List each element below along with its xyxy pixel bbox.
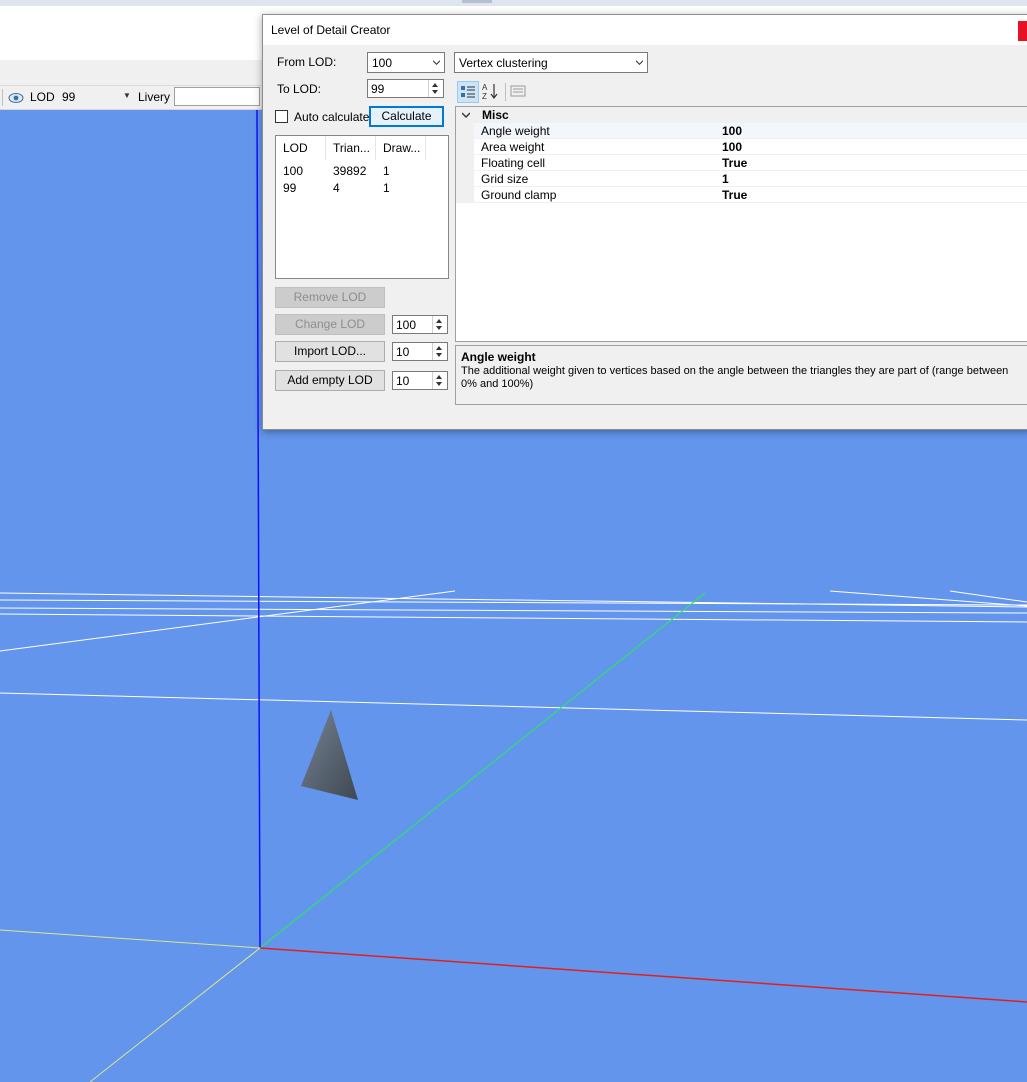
property-value[interactable]: True (722, 188, 747, 202)
table-cell[interactable]: 1 (383, 164, 390, 178)
lod-mesh-triangle[interactable] (301, 710, 358, 800)
axis-x-neg (0, 929, 261, 949)
category-row[interactable]: Misc (456, 107, 1027, 123)
property-pages-icon (510, 85, 526, 97)
stepper-arrows[interactable] (428, 80, 443, 97)
to-lod-stepper[interactable]: 99 (367, 79, 444, 98)
to-lod-value: 99 (371, 82, 385, 96)
add-empty-lod-button[interactable]: Add empty LOD (275, 370, 385, 391)
from-lod-label: From LOD: (277, 55, 337, 69)
categorized-icon (461, 86, 475, 98)
property-row-area-weight[interactable]: Area weight 100 (456, 139, 1027, 155)
chevron-down-icon (433, 60, 440, 65)
category-label: Misc (482, 108, 509, 122)
chevron-down-icon (636, 60, 643, 65)
dropdown-arrow-icon[interactable]: ▼ (123, 91, 131, 100)
dialog-title: Level of Detail Creator (271, 23, 391, 37)
property-row-angle-weight[interactable]: Angle weight 100 (456, 123, 1027, 139)
from-lod-select[interactable]: 100 (367, 52, 445, 73)
stepper-arrows[interactable] (432, 343, 447, 360)
svg-text:A: A (482, 83, 488, 92)
property-name: Ground clamp (481, 188, 557, 202)
table-cell[interactable]: 1 (383, 181, 390, 195)
import-lod-stepper[interactable]: 10 (392, 342, 448, 361)
lod-label: LOD (30, 90, 55, 104)
table-cell[interactable]: 100 (283, 164, 303, 178)
property-value[interactable]: 100 (722, 140, 742, 154)
algorithm-value: Vertex clustering (459, 56, 548, 70)
window-grip (462, 0, 492, 3)
import-lod-button[interactable]: Import LOD... (275, 341, 385, 362)
from-lod-value: 100 (372, 56, 393, 70)
chevron-down-icon[interactable] (462, 111, 470, 119)
change-lod-stepper[interactable]: 100 (392, 315, 448, 334)
algorithm-select[interactable]: Vertex clustering (454, 52, 648, 73)
change-lod-button[interactable]: Change LOD (275, 314, 385, 335)
livery-input[interactable] (174, 87, 260, 106)
toolbar-separator (505, 83, 506, 101)
dialog-titlebar[interactable]: Level of Detail Creator (263, 15, 1027, 45)
sort-az-icon: A Z (482, 83, 498, 101)
property-row-ground-clamp[interactable]: Ground clamp True (456, 187, 1027, 203)
add-empty-lod-value: 10 (396, 374, 410, 388)
axis-y-neg (89, 947, 261, 1082)
toolbar-separator (2, 89, 3, 106)
stepper-arrows[interactable] (432, 372, 447, 389)
property-row-floating-cell[interactable]: Floating cell True (456, 155, 1027, 171)
remove-lod-button[interactable]: Remove LOD (275, 287, 385, 308)
help-description: The additional weight given to vertices … (461, 365, 1009, 390)
stepper-arrows[interactable] (432, 316, 447, 333)
auto-calculate-checkbox[interactable] (275, 110, 288, 123)
property-value[interactable]: 1 (722, 172, 729, 186)
alphabetical-button[interactable]: A Z (480, 81, 502, 103)
to-lod-label: To LOD: (277, 82, 322, 96)
table-cell[interactable]: 99 (283, 181, 296, 195)
categorized-button[interactable] (457, 81, 479, 103)
column-header-drawcalls[interactable]: Draw... (376, 136, 426, 160)
property-grid-toolbar: A Z (455, 79, 1027, 105)
eye-icon[interactable] (8, 90, 24, 106)
livery-label: Livery (138, 90, 171, 104)
grid-lines (0, 590, 1027, 721)
add-empty-lod-stepper[interactable]: 10 (392, 371, 448, 390)
property-help-panel: Angle weight The additional weight given… (455, 345, 1027, 405)
column-header-triangles[interactable]: Trian... (326, 136, 376, 160)
property-grid[interactable]: Misc Angle weight 100 Area weight 100 Fl… (455, 106, 1027, 342)
import-lod-value: 10 (396, 345, 410, 359)
property-name: Grid size (481, 172, 529, 186)
table-cell[interactable]: 39892 (333, 164, 366, 178)
axis-z (256, 110, 261, 949)
axis-x (259, 947, 1027, 1003)
help-title: Angle weight (461, 350, 536, 364)
calculate-button[interactable]: Calculate (369, 106, 444, 127)
lod-select[interactable]: 99 (62, 90, 75, 104)
property-row-grid-size[interactable]: Grid size 1 (456, 171, 1027, 187)
lod-list[interactable]: LOD Trian... Draw... 100 39892 1 99 4 1 (275, 135, 449, 279)
lod-creator-dialog: Level of Detail Creator From LOD: 100 Ve… (262, 14, 1027, 430)
change-lod-value: 100 (396, 318, 417, 332)
window-top-strip (0, 0, 1027, 6)
property-name: Floating cell (481, 156, 546, 170)
property-pages-button[interactable] (508, 81, 530, 103)
property-value[interactable]: True (722, 156, 747, 170)
lod-toolbar: LOD 99 ▼ Livery (0, 86, 262, 110)
property-name: Area weight (481, 140, 545, 154)
close-button[interactable] (1018, 21, 1027, 41)
svg-text:Z: Z (482, 92, 487, 101)
table-cell[interactable]: 4 (333, 181, 340, 195)
property-value[interactable]: 100 (722, 124, 742, 138)
column-header-lod[interactable]: LOD (276, 136, 326, 160)
auto-calculate-label: Auto calculate (294, 110, 370, 124)
property-name: Angle weight (481, 124, 550, 138)
